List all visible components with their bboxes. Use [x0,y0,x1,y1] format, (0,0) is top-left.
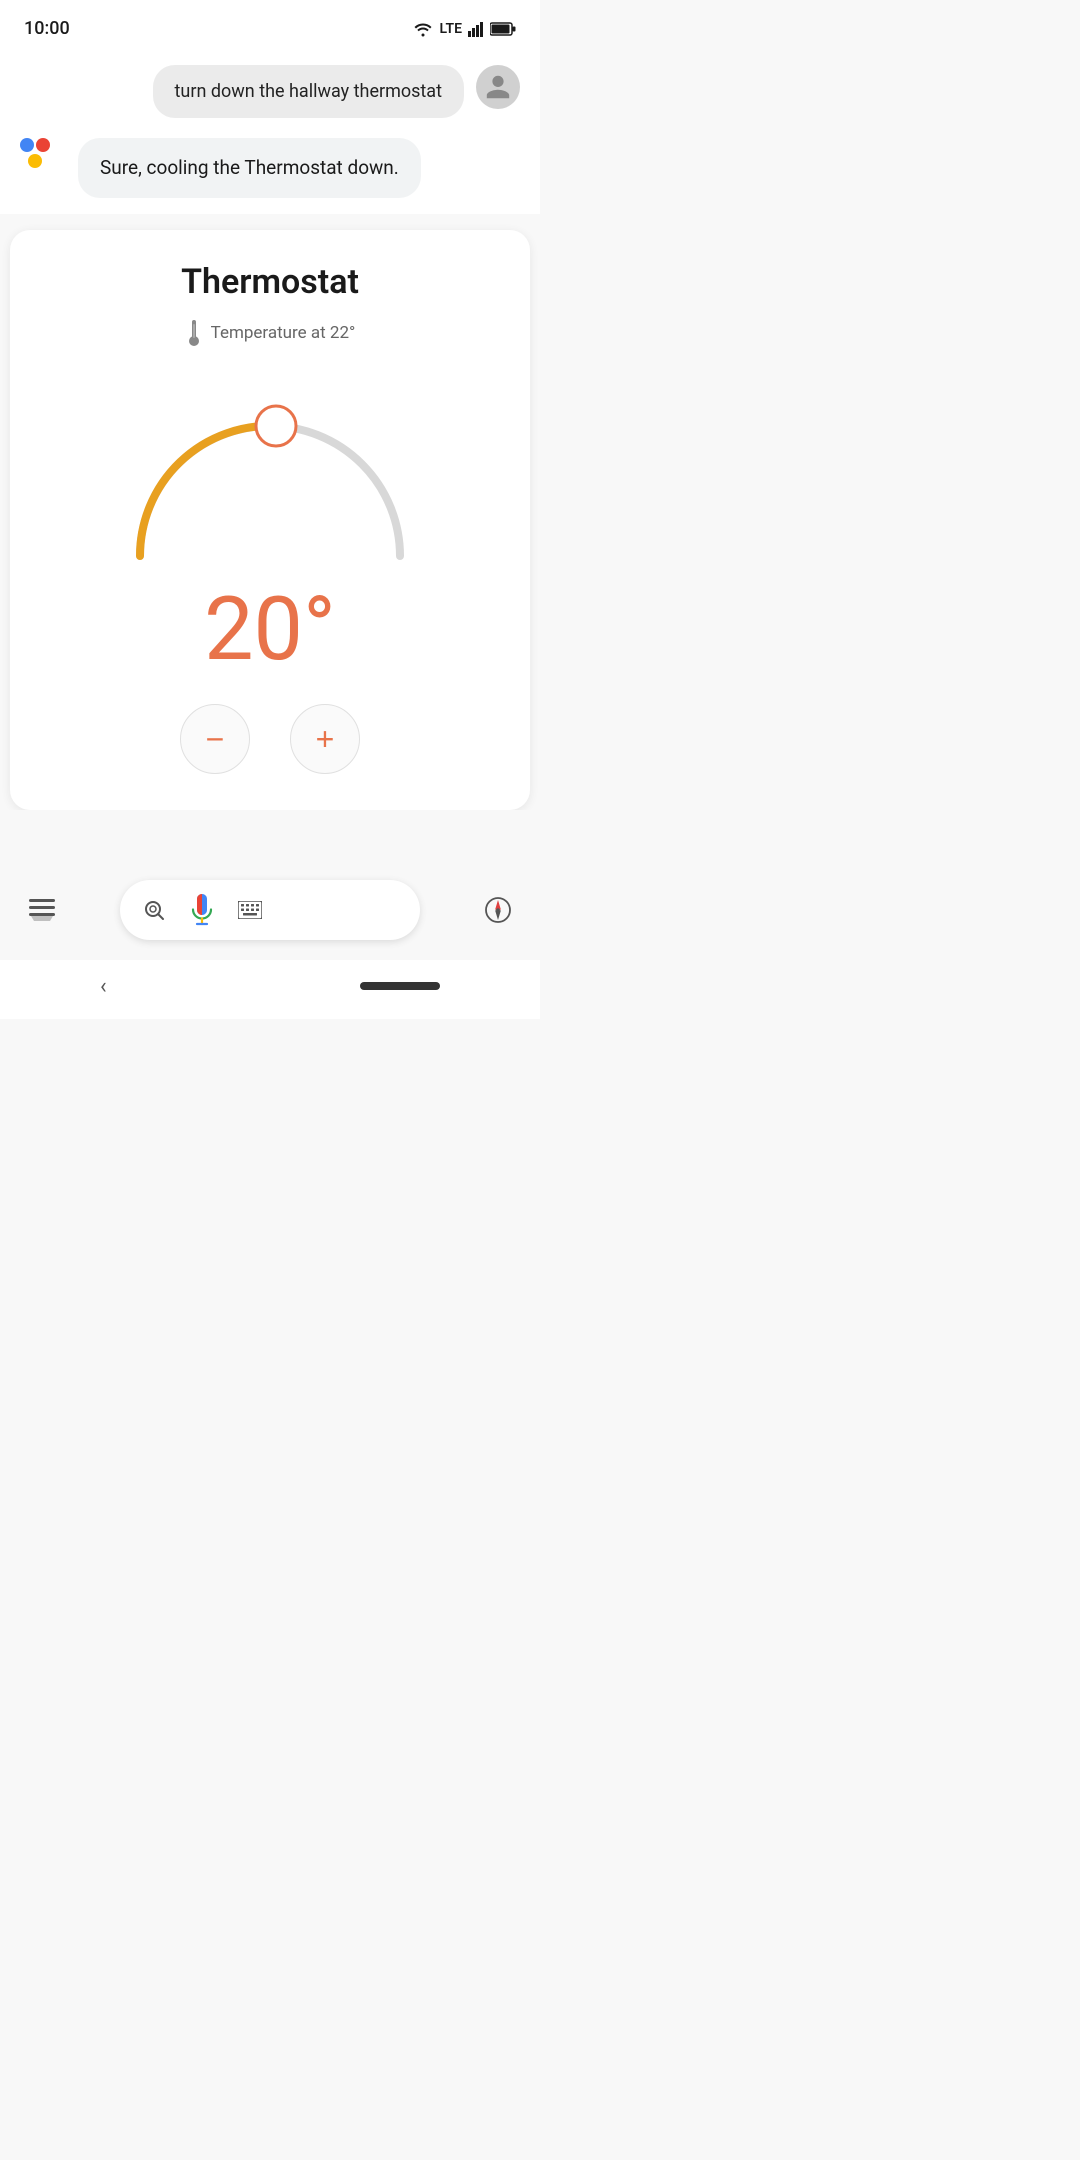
temp-label-row: Temperature at 22° [34,320,506,346]
compass-icon[interactable] [476,888,520,932]
lens-icon[interactable] [142,898,166,922]
dot-blue [20,138,34,152]
back-button[interactable]: ‹ [100,974,107,999]
mic-svg-icon [188,892,216,928]
home-indicator[interactable] [360,982,440,990]
user-bubble: turn down the hallway thermostat [153,65,464,118]
assistant-bubble: Sure, cooling the Thermostat down. [78,138,421,198]
search-pill[interactable] [120,880,420,940]
battery-icon [490,22,516,36]
inbox-svg-icon [29,899,55,921]
spacer [0,810,540,870]
user-avatar-icon [484,73,512,101]
lte-label: LTE [440,21,462,37]
temperature-label: Temperature at 22° [211,323,356,343]
user-message-row: turn down the hallway thermostat [20,65,520,118]
keyboard-icon[interactable] [238,901,262,919]
decrease-button[interactable]: − [180,704,250,774]
bottom-toolbar [0,870,540,960]
thermostat-title: Thermostat [34,262,506,302]
increase-button[interactable]: + [290,704,360,774]
increase-icon: + [316,723,335,755]
google-assistant-logo [20,138,64,182]
wifi-icon [412,21,434,37]
microphone-button[interactable] [182,890,222,930]
signal-icon [468,21,484,37]
controls-row: − + [34,704,506,774]
chat-area: turn down the hallway thermostat Sure, c… [0,49,540,214]
assistant-row: Sure, cooling the Thermostat down. [20,138,520,198]
avatar [476,65,520,109]
status-bar: 10:00 LTE [0,0,540,49]
temperature-display: 20° [34,586,506,674]
compass-svg-icon [484,896,512,924]
dot-yellow [28,154,42,168]
dot-red [36,138,50,152]
thermometer-icon [185,320,203,346]
assistant-message-text: Sure, cooling the Thermostat down. [100,156,399,179]
navigation-bar: ‹ [0,960,540,1019]
status-icons: LTE [412,21,516,37]
menu-icon[interactable] [20,888,64,932]
decrease-icon: − [206,723,225,755]
user-message-text: turn down the hallway thermostat [175,81,442,102]
thermostat-card: Thermostat Temperature at 22° 20° − + [10,230,530,810]
status-time: 10:00 [24,18,70,39]
dial-container [100,356,440,576]
dial-svg [100,356,440,576]
